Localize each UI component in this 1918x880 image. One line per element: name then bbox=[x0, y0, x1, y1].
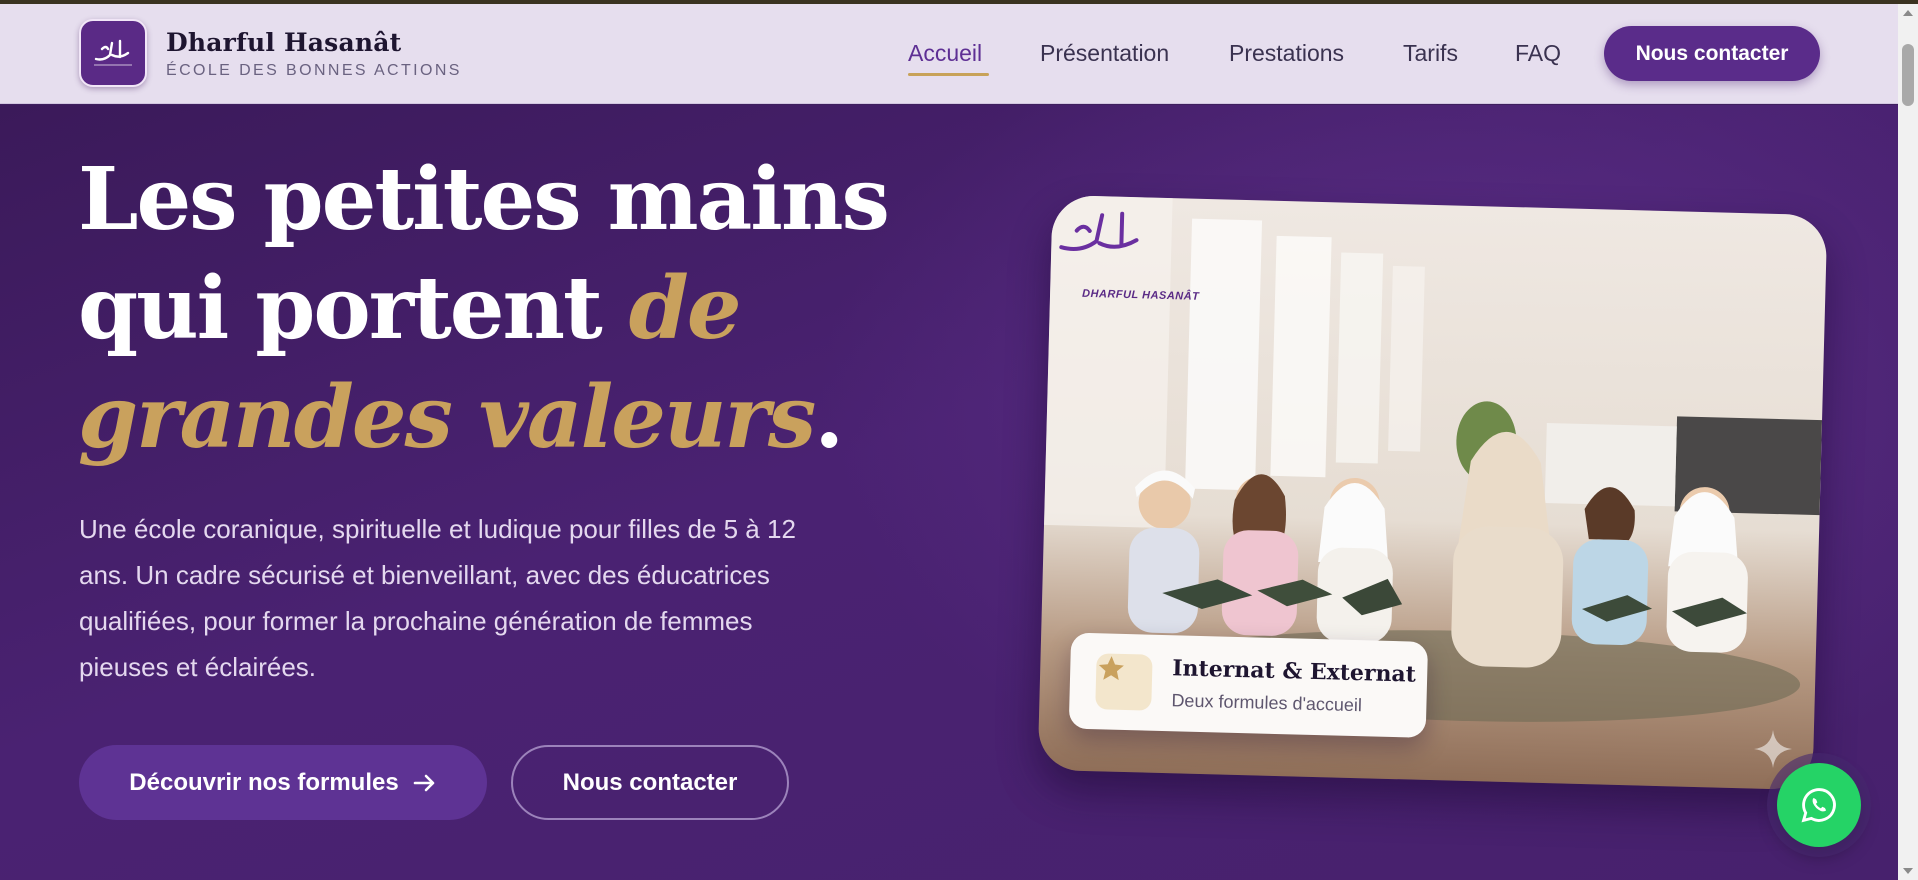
logo[interactable] bbox=[79, 19, 147, 87]
formula-badge: Internat & Externat Deux formules d'accu… bbox=[1068, 632, 1429, 738]
site-header: Dharful Hasanât ÉCOLE DES BONNES ACTIONS… bbox=[0, 4, 1898, 104]
discover-formulas-label: Découvrir nos formules bbox=[129, 768, 399, 796]
headline-line-1: Les petites mains bbox=[78, 149, 890, 250]
headline-gold-1: de bbox=[628, 258, 742, 359]
scroll-down-arrow[interactable] bbox=[1903, 868, 1913, 874]
nav-item-presentation[interactable]: Présentation bbox=[1040, 40, 1169, 67]
scroll-up-arrow[interactable] bbox=[1903, 10, 1913, 16]
hero-contact-button[interactable]: Nous contacter bbox=[511, 745, 789, 820]
badge-subtitle: Deux formules d'accueil bbox=[1171, 690, 1363, 716]
hero-description: Une école coranique, spirituelle et ludi… bbox=[79, 514, 796, 682]
arrow-right-icon bbox=[413, 774, 435, 791]
nav-item-prestations[interactable]: Prestations bbox=[1229, 40, 1344, 67]
badge-icon-box bbox=[1095, 653, 1153, 711]
headline-gold-2: grandes valeurs bbox=[78, 367, 816, 468]
star-icon bbox=[1098, 656, 1124, 681]
header-contact-button[interactable]: Nous contacter bbox=[1604, 26, 1820, 81]
headline-line-2: qui portent bbox=[78, 258, 629, 359]
discover-formulas-button[interactable]: Découvrir nos formules bbox=[79, 745, 487, 820]
classroom-photo: DHARFUL HASANÂT Internat & Externat Deux… bbox=[1037, 194, 1828, 791]
whatsapp-icon bbox=[1801, 788, 1836, 823]
hero-image-card: DHARFUL HASANÂT Internat & Externat Deux… bbox=[1037, 194, 1828, 791]
brand-tagline: ÉCOLE DES BONNES ACTIONS bbox=[166, 62, 462, 79]
nav-item-tarifs[interactable]: Tarifs bbox=[1403, 40, 1458, 67]
card-logo-icon bbox=[1059, 211, 1139, 251]
active-nav-underline bbox=[908, 73, 989, 76]
nav-item-faq[interactable]: FAQ bbox=[1515, 40, 1561, 67]
scroll-thumb[interactable] bbox=[1902, 44, 1914, 106]
badge-title: Internat & Externat bbox=[1171, 655, 1417, 688]
page-scrollbar[interactable] bbox=[1898, 4, 1918, 880]
logo-calligraphy-icon bbox=[94, 39, 132, 66]
sparkle-icon bbox=[1754, 730, 1792, 768]
nav-item-accueil[interactable]: Accueil bbox=[908, 40, 982, 67]
headline-period: . bbox=[814, 367, 844, 468]
brand-name: Dharful Hasanât bbox=[166, 28, 402, 57]
whatsapp-button[interactable] bbox=[1777, 763, 1861, 847]
hero-headline: Les petites mains qui portent de grandes… bbox=[78, 145, 898, 472]
